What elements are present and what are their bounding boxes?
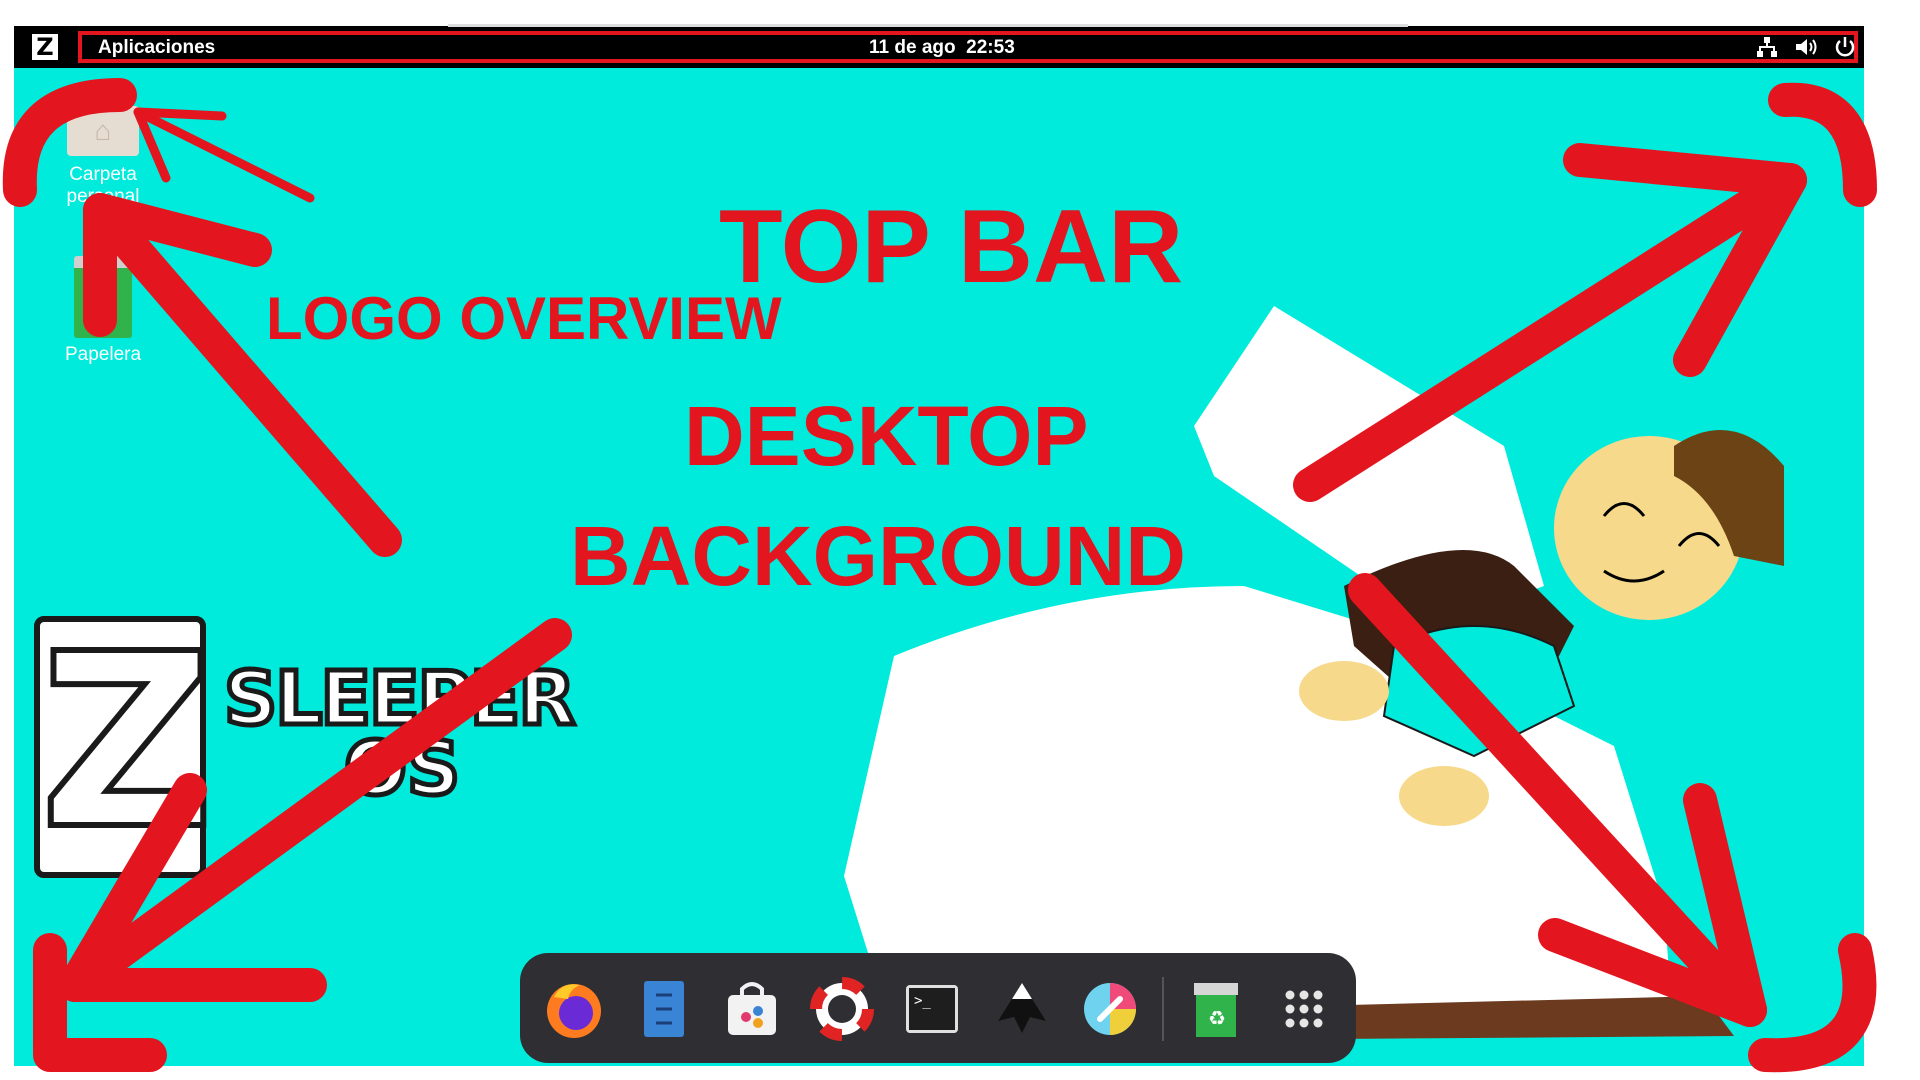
annotation-background: BACKGROUND xyxy=(570,509,1186,603)
right-hand xyxy=(1399,766,1489,826)
desktop-background: Z SLEEPER OS ⌂ Carpeta personal Papelera… xyxy=(14,26,1864,1066)
trash-icon xyxy=(74,256,132,338)
desktop-icon-label: Papelera xyxy=(64,344,142,365)
date-text: 11 de ago xyxy=(869,37,956,58)
files-icon[interactable] xyxy=(632,977,696,1041)
left-hand xyxy=(1299,661,1389,721)
brand-z-letter: Z xyxy=(34,616,217,878)
desktop-icon-home[interactable]: ⌂ Carpeta personal xyxy=(38,106,168,208)
software-store-icon[interactable] xyxy=(720,977,784,1041)
svg-text:♻: ♻ xyxy=(1208,1006,1226,1030)
color-picker-icon[interactable] xyxy=(1078,977,1142,1041)
home-folder-icon: ⌂ xyxy=(67,106,139,156)
network-icon[interactable] xyxy=(1756,36,1778,64)
annotation-top-bar: TOP BAR xyxy=(719,189,1184,305)
applications-menu[interactable]: Aplicaciones xyxy=(98,37,215,59)
inkscape-icon[interactable] xyxy=(990,977,1054,1041)
top-bar: Z Aplicaciones 11 de ago 22:53 xyxy=(14,26,1864,68)
annotation-desktop: DESKTOP xyxy=(684,389,1089,483)
top-bar-accent-line xyxy=(448,24,1408,27)
dock: >_ ♻ xyxy=(520,953,1356,1063)
brand-word-os: OS xyxy=(341,724,462,815)
help-icon[interactable] xyxy=(810,977,874,1041)
desktop-icon-label: Carpeta personal xyxy=(66,164,140,207)
time-text: 22:53 xyxy=(966,37,1015,58)
annotation-logo-overview: LOGO OVERVIEW xyxy=(266,285,782,352)
desktop-icon-trash[interactable]: Papelera xyxy=(38,256,168,366)
svg-text:>_: >_ xyxy=(914,993,931,1009)
logo-overview-button[interactable]: Z xyxy=(32,34,58,60)
wallpaper-brand-logo: Z SLEEPER OS xyxy=(34,616,578,878)
app-grid-icon[interactable] xyxy=(1272,977,1336,1041)
firefox-icon[interactable] xyxy=(542,977,606,1041)
dock-separator xyxy=(1162,977,1164,1041)
volume-icon[interactable] xyxy=(1794,36,1818,64)
trash-dock-icon[interactable]: ♻ xyxy=(1184,977,1248,1041)
date-time[interactable]: 11 de ago 22:53 xyxy=(869,37,1015,59)
terminal-icon[interactable]: >_ xyxy=(900,977,964,1041)
power-icon[interactable] xyxy=(1834,36,1856,64)
